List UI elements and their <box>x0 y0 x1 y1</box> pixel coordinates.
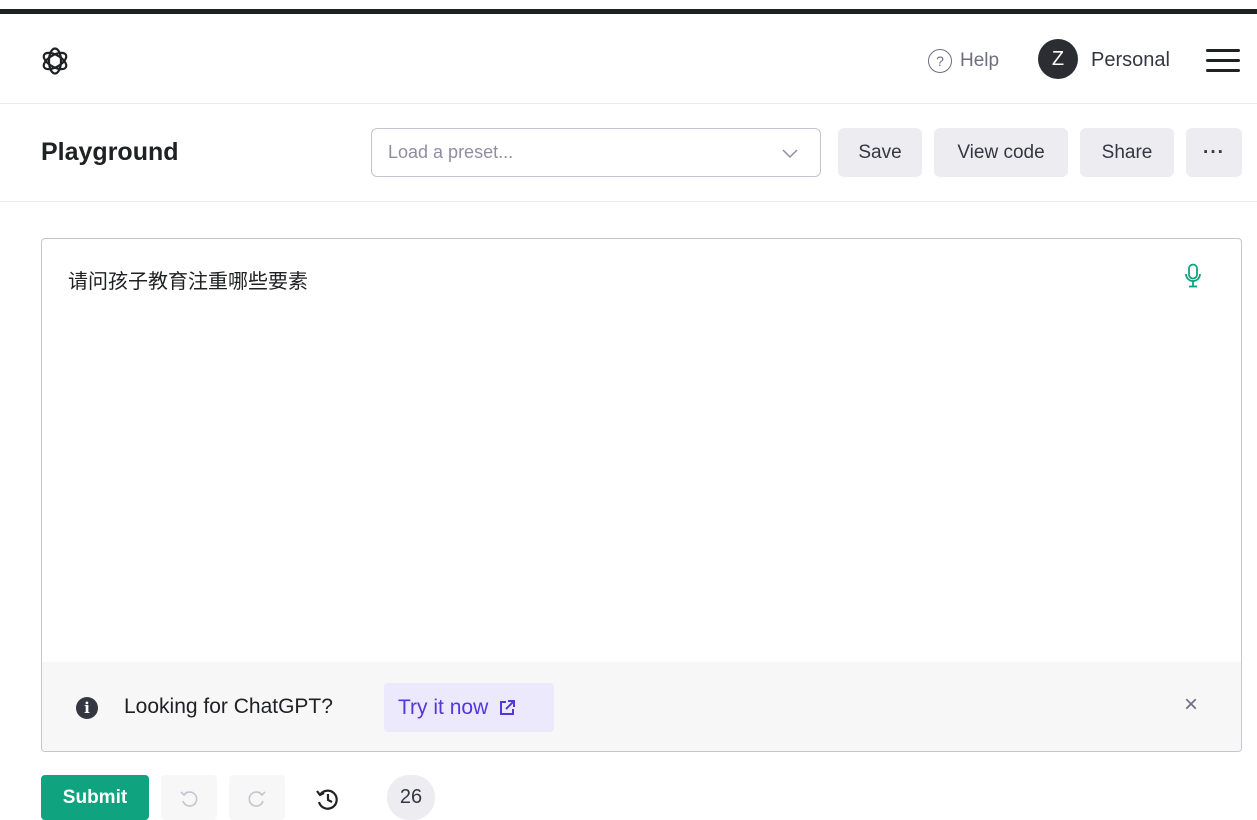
try-it-now-button[interactable]: Try it now <box>384 683 554 732</box>
microphone-icon[interactable] <box>1184 263 1202 289</box>
history-icon[interactable] <box>313 785 343 813</box>
top-navbar: ? Help Z Personal <box>0 14 1257 104</box>
help-label: Help <box>960 50 1000 71</box>
chatgpt-banner: i Looking for ChatGPT? Try it now × <box>42 662 1241 751</box>
external-link-icon <box>500 699 516 715</box>
redo-button[interactable] <box>229 775 285 820</box>
avatar[interactable]: Z <box>1038 39 1078 79</box>
hamburger-icon[interactable] <box>1206 49 1240 73</box>
token-count-badge: 26 <box>387 775 435 820</box>
close-icon[interactable]: × <box>1184 693 1198 717</box>
preset-placeholder: Load a preset... <box>388 142 514 162</box>
prompt-text[interactable]: 请问孩子教育注重哪些要素 <box>68 265 308 294</box>
prompt-editor[interactable]: 请问孩子教育注重哪些要素 i Looking for ChatGPT? Try … <box>41 238 1242 752</box>
undo-button[interactable] <box>161 775 217 820</box>
undo-icon <box>180 790 198 807</box>
openai-logo-icon[interactable] <box>40 46 70 76</box>
help-icon: ? <box>928 49 952 73</box>
more-options-button[interactable]: ··· <box>1186 128 1242 177</box>
view-code-button[interactable]: View code <box>934 128 1068 177</box>
banner-message: Looking for ChatGPT? <box>124 695 333 718</box>
redo-icon <box>248 790 266 807</box>
save-button[interactable]: Save <box>838 128 922 177</box>
submit-button[interactable]: Submit <box>41 775 149 820</box>
bottom-action-bar: Submit 26 <box>0 775 1257 820</box>
share-button[interactable]: Share <box>1080 128 1174 177</box>
page-title: Playground <box>41 138 179 166</box>
account-label[interactable]: Personal <box>1091 49 1170 72</box>
try-it-now-label: Try it now <box>398 695 489 719</box>
window-top-border <box>0 0 1257 14</box>
playground-toolbar: Playground Load a preset... Save View co… <box>0 104 1257 202</box>
help-link[interactable]: ? Help <box>928 47 999 75</box>
chevron-down-icon <box>782 149 798 159</box>
preset-select[interactable]: Load a preset... <box>371 128 821 177</box>
info-icon: i <box>76 697 98 719</box>
